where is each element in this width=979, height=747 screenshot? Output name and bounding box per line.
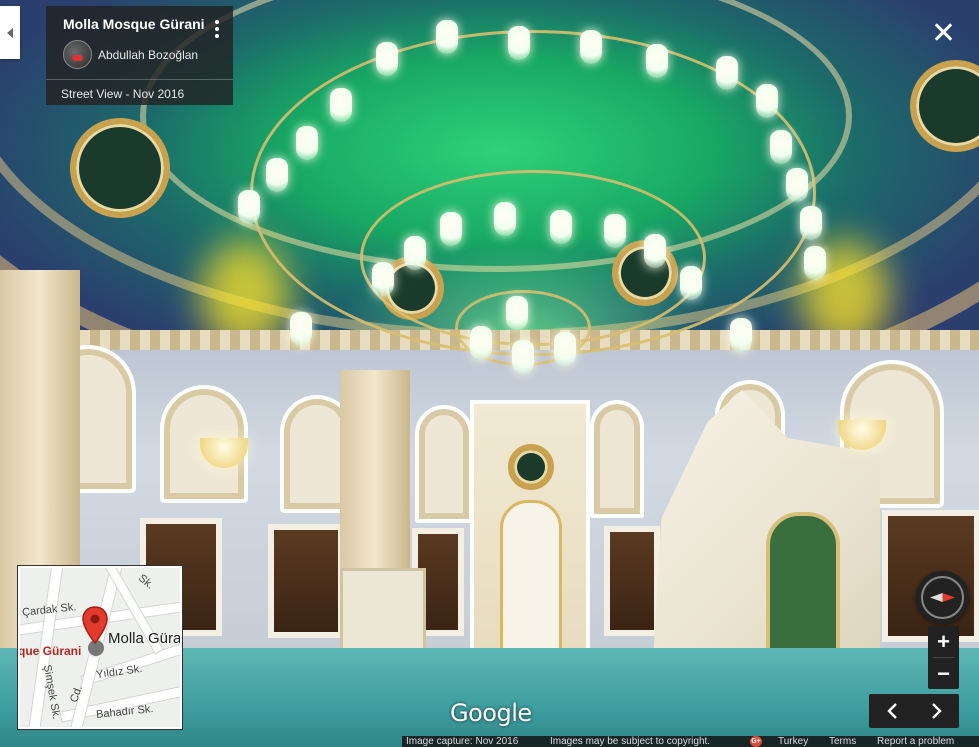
place-info-card: Molla Mosque Gürani Abdullah Bozoğlan St… (46, 6, 233, 105)
close-icon[interactable] (931, 20, 955, 44)
compass-needle-icon (930, 593, 955, 602)
country-link[interactable]: Turkey (778, 736, 808, 747)
street-view-date: Street View - Nov 2016 (61, 87, 185, 101)
next-photo-button[interactable] (914, 694, 959, 728)
chandelier-lamp (290, 312, 312, 346)
chandelier-lamp (644, 234, 666, 268)
street-label: Sk. (136, 572, 156, 592)
photo-navigation (869, 694, 959, 728)
chandelier-lamp (494, 202, 516, 236)
chandelier-lamp (376, 42, 398, 76)
collapse-panel-button[interactable] (0, 6, 20, 59)
chandelier-lamp (440, 212, 462, 246)
author-name[interactable]: Abdullah Bozoğlan (98, 48, 198, 62)
copyright-notice: Images may be subject to copyright. (550, 736, 711, 747)
avatar[interactable] (63, 40, 92, 69)
chandelier-lamp (756, 84, 778, 118)
chandelier-lamp (550, 210, 572, 244)
chandelier-lamp (580, 30, 602, 64)
zoom-out-button[interactable]: − (928, 658, 959, 689)
street-label: Yıldız Sk. (95, 662, 144, 682)
chandelier-lamp (296, 126, 318, 160)
chandelier-lamp (330, 88, 352, 122)
map-pin-icon (82, 606, 108, 644)
chandelier-lamp (730, 318, 752, 352)
chandelier-lamp (786, 168, 808, 202)
chandelier-lamp (770, 130, 792, 164)
chandelier-lamp (404, 236, 426, 270)
chandelier-lamp (716, 56, 738, 90)
image-capture-date: Image capture: Nov 2016 (406, 736, 519, 747)
chandelier-lamp (238, 190, 260, 224)
chandelier-lamp (508, 26, 530, 60)
minimap[interactable]: Çardak Sk. Yıldız Sk. Şimşek Sk. Bahadır… (18, 566, 182, 729)
chevron-left-icon (886, 703, 897, 719)
compass-icon[interactable] (916, 571, 969, 624)
map-place-label: que Gürani (18, 644, 82, 658)
mosque-window (268, 524, 344, 638)
zoom-in-button[interactable]: + (928, 626, 959, 657)
mihrab-niche (500, 500, 562, 656)
chevron-right-icon (931, 703, 942, 719)
chandelier-lamp (436, 20, 458, 54)
chandelier-lamp (266, 158, 288, 192)
chandelier-lamp (512, 340, 534, 374)
wall-arch (590, 400, 644, 518)
map-place-label: Molla Güra (108, 630, 182, 647)
place-title[interactable]: Molla Mosque Gürani (63, 16, 219, 32)
chandelier-lamp (680, 266, 702, 300)
chandelier-lamp (646, 44, 668, 78)
calligraphy-medallion (70, 118, 170, 218)
chandelier-lamp (554, 332, 576, 366)
chandelier-lamp (800, 206, 822, 240)
terms-link[interactable]: Terms (829, 736, 856, 747)
google-plus-icon[interactable]: G+ (750, 736, 762, 747)
chandelier-lamp (604, 214, 626, 248)
author-row: Abdullah Bozoğlan (63, 40, 219, 69)
chandelier-lamp (506, 296, 528, 330)
report-problem-link[interactable]: Report a problem (877, 736, 954, 747)
chandelier-lamp (470, 326, 492, 360)
mosque-window (604, 526, 660, 636)
collapse-arrow-icon (7, 27, 13, 38)
more-vert-icon[interactable] (215, 20, 219, 38)
wall-arch (415, 405, 473, 523)
card-divider (46, 79, 233, 80)
chandelier-lamp (804, 246, 826, 280)
google-logo: Google (450, 699, 532, 727)
zoom-control: + − (928, 626, 959, 689)
attribution-bar: Image capture: Nov 2016 Images may be su… (402, 736, 979, 747)
previous-photo-button[interactable] (869, 694, 914, 728)
calligraphy-medallion (508, 444, 554, 490)
chandelier-lamp (372, 262, 394, 296)
